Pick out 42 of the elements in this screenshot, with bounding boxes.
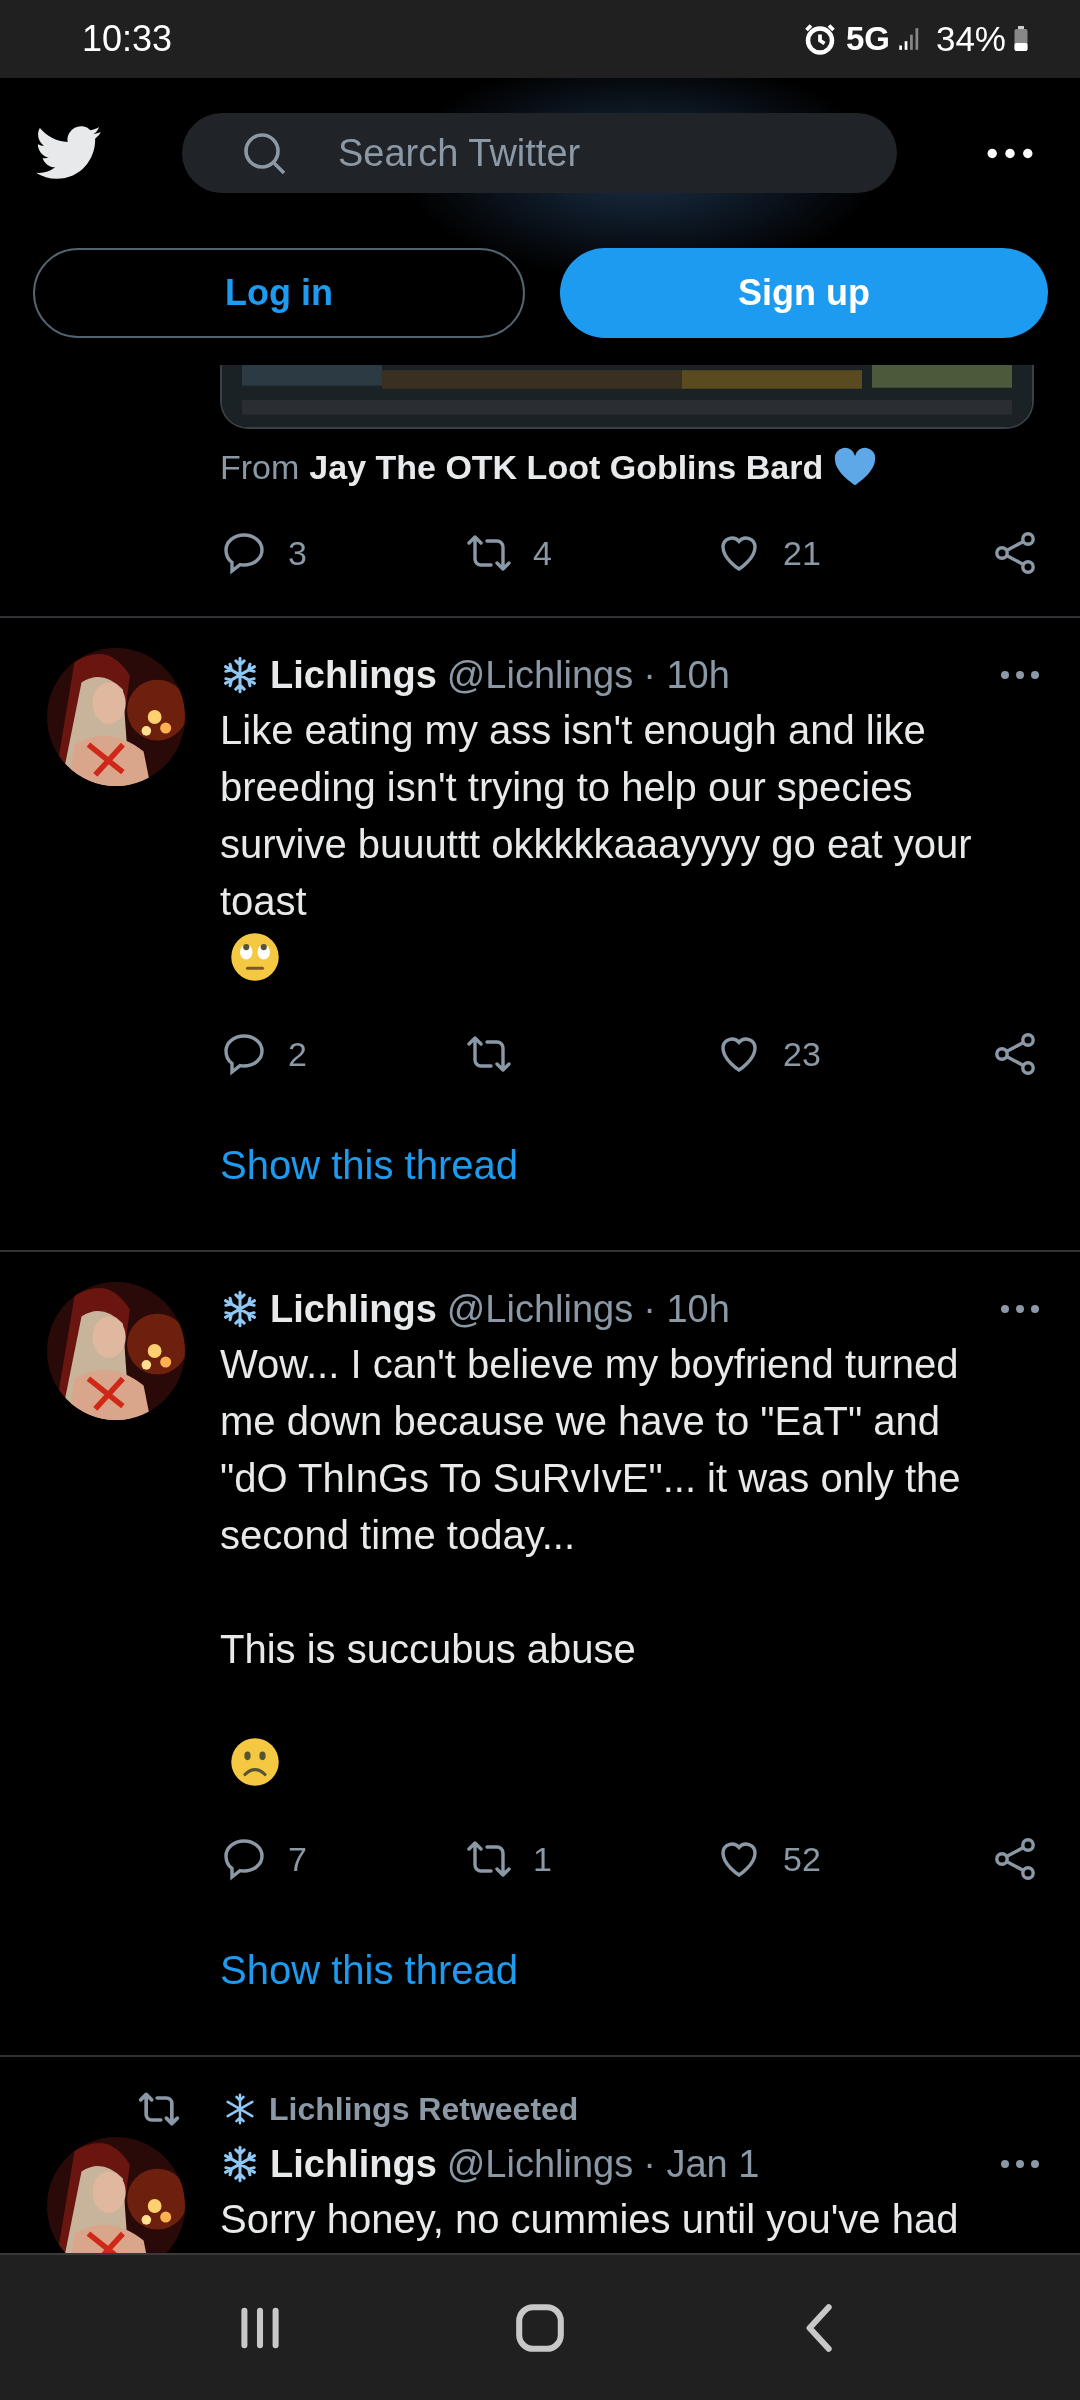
heart-icon [833, 447, 878, 487]
frowning-emoji-icon [230, 1737, 280, 1787]
user-name[interactable]: Lichlings [270, 1287, 437, 1331]
tweet-time: · Jan 1 [643, 2142, 760, 2186]
more-icon[interactable] [1000, 1304, 1040, 1314]
log-in-button[interactable]: Log in [33, 248, 525, 338]
reply-count: 3 [288, 533, 307, 573]
battery-percent: 34% [935, 19, 1006, 59]
retweeted-by[interactable]: Lichlings Retweeted [269, 2090, 579, 2128]
user-handle: @Lichlings [446, 2142, 634, 2186]
more-icon[interactable] [1000, 670, 1040, 680]
like-count: 52 [783, 1839, 821, 1879]
show-thread-link[interactable]: Show this thread [220, 1894, 518, 2055]
eye-roll-emoji-icon [230, 932, 280, 982]
tweet-text: Like eating my ass isn't enough and like breeding isn't trying to help our species survive buuuttt okkkkkaaayyyy go eat your toast [220, 707, 973, 925]
tweet-time: · 10h [643, 653, 730, 697]
more-icon[interactable] [987, 147, 1033, 159]
user-name[interactable]: Lichlings [270, 653, 437, 697]
tweet-text: This is succubus abuse [220, 1626, 636, 1673]
tweet-text: Wow... I can't believe my boyfriend turned me down because we have to "EaT" and "dO ThInGs To SuRvIvE"... it was only the second time today... [220, 1341, 962, 1559]
signal-icon [897, 26, 920, 52]
tweet-time: · 10h [643, 1287, 730, 1331]
like-count: 23 [783, 1034, 821, 1074]
show-thread-link[interactable]: Show this thread [220, 1089, 518, 1250]
retweet-count: 1 [533, 1839, 552, 1879]
tweet-text: Sorry honey, no cummies until you've had [220, 2196, 959, 2243]
search-field[interactable]: Search Twitter [182, 113, 897, 193]
reply-count: 7 [288, 1839, 307, 1879]
home-icon[interactable] [514, 2301, 566, 2354]
bird-logo-icon[interactable] [36, 125, 102, 181]
source-name[interactable]: Jay The OTK Loot Goblins Bard [309, 441, 824, 493]
retweet-count: 4 [533, 533, 552, 573]
battery-icon [1014, 26, 1028, 52]
like-count: 21 [783, 533, 821, 573]
more-icon[interactable] [1000, 2159, 1040, 2169]
user-name[interactable]: Lichlings [270, 2142, 437, 2186]
user-handle: @Lichlings [446, 1287, 634, 1331]
network-type: 5G [845, 20, 890, 58]
from-label: From [220, 447, 300, 488]
status-time: 10:33 [82, 18, 173, 60]
user-handle: @Lichlings [446, 653, 634, 697]
reply-count: 2 [288, 1034, 307, 1074]
